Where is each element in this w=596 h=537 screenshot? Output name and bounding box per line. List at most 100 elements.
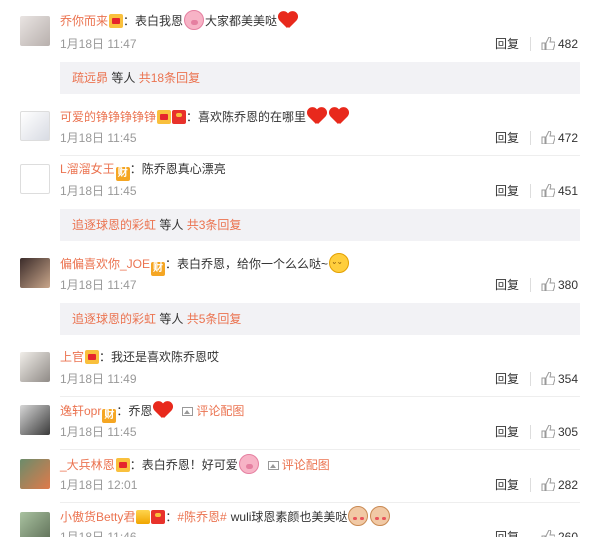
comment-divider xyxy=(60,155,580,156)
like-button[interactable]: 260 xyxy=(541,529,578,537)
comment-text: 喜欢陈乔恩的在哪里 xyxy=(198,110,307,124)
username-link[interactable]: 上官 xyxy=(60,350,84,364)
username-link[interactable]: 小傲货Betty君 xyxy=(60,510,135,524)
comment-text: 表白乔恩！好可爱 xyxy=(141,458,238,472)
username-link[interactable]: L溜溜女王 xyxy=(60,162,115,176)
reply-button[interactable]: 回复 xyxy=(495,424,519,440)
comment-picture-link[interactable]: 评论配图 xyxy=(182,404,244,418)
timestamp: 1月18日 11:45 xyxy=(60,425,137,439)
avatar[interactable] xyxy=(20,164,50,194)
red-packet-badge-icon[interactable] xyxy=(151,510,166,524)
colon: ： xyxy=(116,404,129,418)
colon: ： xyxy=(165,257,178,271)
sub-reply-count-link[interactable]: 共5条回复 xyxy=(187,312,242,326)
colon: ： xyxy=(165,510,178,524)
sub-reply-count-link[interactable]: 共3条回复 xyxy=(187,218,242,232)
reply-button[interactable]: 回复 xyxy=(495,130,519,146)
wealth-badge-icon[interactable]: 财 xyxy=(151,262,166,276)
comment-text: 陈乔恩真心漂亮 xyxy=(141,162,226,176)
reply-button[interactable]: 回复 xyxy=(495,36,519,52)
like-count: 482 xyxy=(558,37,579,51)
avatar[interactable] xyxy=(20,512,50,537)
username-link[interactable]: 偏偏喜欢你_JOE xyxy=(60,257,150,271)
sub-reply-user[interactable]: 疏远昴 xyxy=(72,71,108,85)
kiss-face-emoji-icon xyxy=(329,253,350,276)
comment-text: 乔恩 xyxy=(128,404,153,418)
like-button[interactable]: 305 xyxy=(541,424,578,440)
divider xyxy=(530,425,531,439)
like-button[interactable]: 282 xyxy=(541,477,578,493)
like-button[interactable]: 451 xyxy=(541,183,578,199)
username-link[interactable]: 乔你而来 xyxy=(60,14,108,28)
comment-text: 表白乔恩，给你一个么么哒~ xyxy=(177,257,329,271)
colon: ： xyxy=(129,458,142,472)
timestamp: 1月18日 11:47 xyxy=(60,37,137,51)
comment-feed: 乔你而来 ：表白我恩 大家都美美哒 1月18日 11:47 回复 482 疏远昴 等… xyxy=(0,0,596,537)
heart-emoji-icon xyxy=(278,10,298,30)
wealth-badge-icon[interactable]: 财 xyxy=(102,409,117,423)
vip-badge-icon[interactable] xyxy=(157,110,172,124)
shy-face-emoji-icon xyxy=(348,506,369,526)
username-link[interactable]: 可爱的铮铮铮铮铮 xyxy=(60,110,156,124)
like-button[interactable]: 380 xyxy=(541,277,578,293)
sub-reply-user[interactable]: 追逐球恩的彩虹 xyxy=(72,218,156,232)
divider xyxy=(530,478,531,492)
avatar[interactable] xyxy=(20,459,50,489)
pig-emoji-icon xyxy=(184,10,205,30)
sub-replies-box: 疏远昴 等人 共18条回复 xyxy=(60,62,580,94)
sub-reply-count-link[interactable]: 共18条回复 xyxy=(139,71,200,85)
comment-line: 逸轩opr 财：乔恩 评论配图 xyxy=(60,400,244,423)
picture-link-label: 评论配图 xyxy=(196,404,245,418)
reply-button[interactable]: 回复 xyxy=(495,477,519,493)
thumbs-up-icon xyxy=(541,372,555,385)
comment-text: wuli球恩素颜也美美哒 xyxy=(230,510,348,524)
vip-badge-icon[interactable] xyxy=(85,350,100,364)
sub-reply-mid: 等人 xyxy=(159,218,184,232)
heart-emoji-icon xyxy=(153,400,173,420)
avatar[interactable] xyxy=(20,16,50,46)
like-button[interactable]: 354 xyxy=(541,371,578,387)
avatar[interactable] xyxy=(20,111,50,141)
username-link[interactable]: 逸轩opr xyxy=(60,404,101,418)
avatar[interactable] xyxy=(20,352,50,382)
reply-button[interactable]: 回复 xyxy=(495,529,519,537)
pig-emoji-icon xyxy=(238,454,259,474)
avatar[interactable] xyxy=(20,258,50,288)
red-packet-badge-icon[interactable] xyxy=(172,110,187,124)
comment-divider xyxy=(60,449,580,450)
gold-badge-icon[interactable] xyxy=(136,510,151,524)
divider xyxy=(530,372,531,386)
like-button[interactable]: 472 xyxy=(541,130,578,146)
vip-badge-icon[interactable] xyxy=(115,458,130,472)
comment-divider xyxy=(60,396,580,397)
reply-button[interactable]: 回复 xyxy=(495,371,519,387)
reply-button[interactable]: 回复 xyxy=(495,183,519,199)
like-count: 282 xyxy=(558,478,579,492)
divider xyxy=(530,278,531,292)
like-count: 305 xyxy=(558,425,579,439)
heart-emoji-icon xyxy=(307,106,327,126)
thumbs-up-icon xyxy=(541,131,555,144)
avatar[interactable] xyxy=(20,405,50,435)
sub-reply-mid: 等人 xyxy=(111,71,136,85)
timestamp: 1月18日 12:01 xyxy=(60,478,138,492)
topic-link[interactable]: #陈乔恩# xyxy=(177,510,226,524)
comment-line: 可爱的铮铮铮铮铮 ：喜欢陈乔恩的在哪里 xyxy=(60,106,350,126)
vip-badge-icon[interactable] xyxy=(109,14,124,28)
wealth-badge-icon[interactable]: 财 xyxy=(115,167,130,181)
reply-button[interactable]: 回复 xyxy=(495,277,519,293)
colon: ： xyxy=(123,14,136,28)
divider xyxy=(530,184,531,198)
divider xyxy=(530,131,531,145)
like-count: 260 xyxy=(558,530,579,537)
heart-emoji-icon xyxy=(329,106,349,126)
like-button[interactable]: 482 xyxy=(541,36,578,52)
sub-reply-user[interactable]: 追逐球恩的彩虹 xyxy=(72,312,156,326)
timestamp: 1月18日 11:45 xyxy=(60,184,137,198)
like-count: 380 xyxy=(558,278,579,292)
username-link[interactable]: _大兵林恩 xyxy=(60,458,115,472)
comment-picture-link[interactable]: 评论配图 xyxy=(267,458,330,472)
colon: ： xyxy=(186,110,199,124)
thumbs-up-icon xyxy=(541,278,555,291)
comment-line: 乔你而来 ：表白我恩 大家都美美哒 xyxy=(60,10,299,30)
